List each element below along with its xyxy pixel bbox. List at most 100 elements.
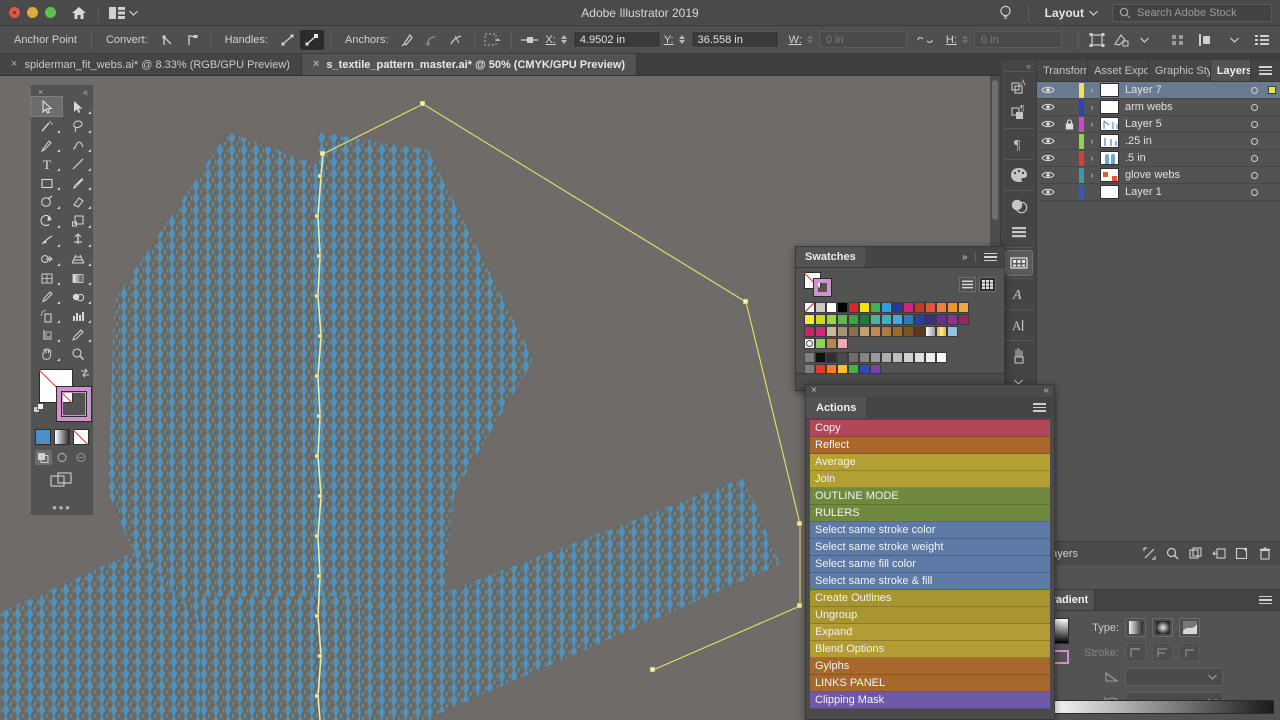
layer-name[interactable]: .25 in — [1125, 135, 1244, 147]
radial-gradient-button[interactable] — [1152, 618, 1173, 637]
list-item[interactable]: Average — [810, 454, 1050, 471]
swatch[interactable] — [914, 302, 925, 313]
swatch[interactable] — [870, 352, 881, 363]
expand-layer-icon[interactable]: › — [1084, 136, 1100, 146]
rectangle-tool[interactable] — [31, 173, 62, 192]
search-input[interactable]: Search Adobe Stock — [1137, 7, 1237, 19]
swatch-grid[interactable] — [796, 300, 1004, 378]
maximize-window-button[interactable] — [45, 7, 56, 18]
arrange-documents-icon[interactable] — [109, 7, 138, 19]
show-handles-button[interactable] — [276, 30, 300, 50]
line-segment-tool[interactable] — [62, 154, 93, 173]
table-row[interactable]: › Layer 5 — [1037, 116, 1280, 133]
panel-menu-icon[interactable] — [1025, 397, 1054, 418]
convert-to-corner-button[interactable] — [156, 30, 180, 50]
list-item[interactable]: Clipping Mask — [810, 692, 1050, 709]
lasso-tool[interactable] — [62, 116, 93, 135]
align-panel-icon[interactable] — [1006, 220, 1032, 244]
layer-name[interactable]: Layer 1 — [1125, 186, 1244, 198]
swatch[interactable] — [881, 314, 892, 325]
artboard-tool[interactable] — [31, 325, 62, 344]
visibility-toggle-icon[interactable] — [1037, 119, 1059, 129]
blend-tool[interactable] — [62, 287, 93, 306]
close-tab-icon[interactable]: × — [11, 59, 17, 70]
create-new-layer-icon[interactable] — [1231, 544, 1252, 564]
y-stepper[interactable] — [678, 35, 687, 44]
target-indicator[interactable] — [1244, 155, 1264, 162]
swatch[interactable] — [903, 302, 914, 313]
target-indicator[interactable] — [1244, 87, 1264, 94]
pen-tool[interactable] — [31, 135, 62, 154]
swatch[interactable] — [826, 352, 837, 363]
swatch[interactable] — [870, 302, 881, 313]
swatch[interactable] — [947, 314, 958, 325]
type-panel-icon[interactable]: A — [1006, 313, 1032, 337]
swatch[interactable] — [925, 314, 936, 325]
list-item[interactable]: Expand — [810, 624, 1050, 641]
swatch[interactable] — [914, 352, 925, 363]
list-item[interactable]: Create Outlines — [810, 590, 1050, 607]
tab-layers[interactable]: Layers — [1211, 60, 1251, 81]
target-indicator[interactable] — [1244, 189, 1264, 196]
gradient-slider[interactable] — [1043, 700, 1274, 714]
table-row[interactable]: › .25 in — [1037, 133, 1280, 150]
visibility-toggle-icon[interactable] — [1037, 85, 1059, 95]
curvature-tool[interactable] — [62, 135, 93, 154]
hand-tool[interactable] — [31, 344, 62, 363]
swatch-gradient-white[interactable] — [925, 326, 936, 337]
target-indicator[interactable] — [1244, 121, 1264, 128]
list-item[interactable]: Copy — [810, 420, 1050, 437]
expand-panels-icon[interactable]: « — [1026, 60, 1036, 71]
scale-tool[interactable] — [62, 211, 93, 230]
swatch[interactable] — [837, 314, 848, 325]
visibility-toggle-icon[interactable] — [1037, 187, 1059, 197]
table-row[interactable]: › .5 in — [1037, 150, 1280, 167]
expand-panel-icon[interactable]: » — [962, 252, 968, 263]
list-item[interactable]: RULERS — [810, 505, 1050, 522]
locate-object-icon[interactable] — [1139, 544, 1160, 564]
document-tab-1[interactable]: × spiderman_fit_webs.ai* @ 8.33% (RGB/GP… — [0, 54, 302, 75]
direct-selection-tool[interactable] — [62, 97, 93, 116]
stroke-swatch[interactable] — [814, 279, 831, 296]
character-panel-icon[interactable]: A — [1006, 75, 1032, 99]
swatch[interactable] — [826, 314, 837, 325]
swatch[interactable] — [837, 326, 848, 337]
tab-graphic-styles[interactable]: Graphic Styles — [1149, 60, 1211, 81]
expand-layer-icon[interactable]: › — [1084, 85, 1100, 95]
swatch-pattern-green[interactable] — [815, 338, 826, 349]
lock-icon[interactable] — [1059, 119, 1079, 130]
swatch-pattern-leopard[interactable] — [826, 338, 837, 349]
linear-gradient-button[interactable] — [1125, 618, 1146, 637]
create-new-sublayer-icon[interactable] — [1185, 544, 1206, 564]
color-mode-button[interactable] — [35, 429, 51, 445]
make-clipping-mask-icon[interactable] — [1162, 544, 1183, 564]
close-icon[interactable]: × — [38, 87, 43, 97]
swatch[interactable] — [925, 352, 936, 363]
swatch[interactable] — [947, 302, 958, 313]
default-fill-stroke-icon[interactable] — [33, 403, 46, 419]
swatch[interactable] — [859, 302, 870, 313]
chevron-down-icon[interactable] — [1133, 30, 1157, 50]
draw-mode-buttons[interactable] — [31, 450, 93, 465]
visibility-toggle-icon[interactable] — [1037, 170, 1059, 180]
swatches-fill-stroke[interactable] — [804, 272, 834, 296]
swatch[interactable] — [936, 314, 947, 325]
panel-menu-icon[interactable] — [984, 253, 997, 262]
list-item[interactable]: LINKS PANEL — [810, 675, 1050, 692]
swatch[interactable] — [892, 352, 903, 363]
freeform-gradient-button[interactable] — [1179, 618, 1200, 637]
screen-mode-button[interactable] — [31, 472, 93, 488]
swatch-group-folder-icon[interactable] — [804, 352, 815, 363]
connect-anchors-button[interactable] — [420, 30, 444, 50]
swatch[interactable] — [903, 314, 914, 325]
grid-view-icon[interactable] — [979, 277, 996, 292]
hide-handles-button[interactable] — [300, 30, 324, 50]
slice-tool[interactable] — [62, 325, 93, 344]
swatch-gradient-gold[interactable] — [936, 326, 947, 337]
swatch[interactable] — [892, 314, 903, 325]
swatch-black[interactable] — [837, 302, 848, 313]
convert-to-smooth-button[interactable] — [180, 30, 204, 50]
layer-name[interactable]: Layer 7 — [1125, 84, 1244, 96]
adobe-stock-search[interactable]: Search Adobe Stock — [1112, 4, 1272, 22]
swatch[interactable] — [848, 302, 859, 313]
